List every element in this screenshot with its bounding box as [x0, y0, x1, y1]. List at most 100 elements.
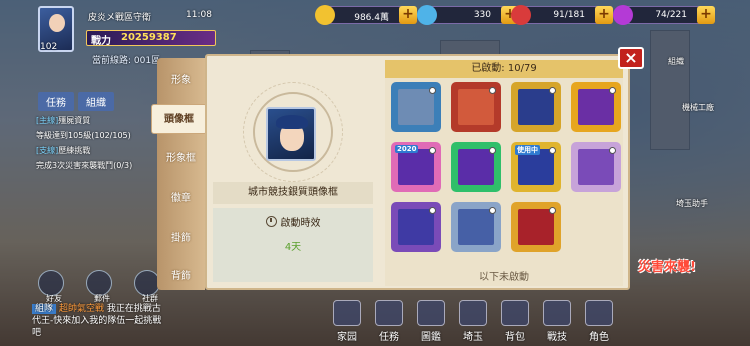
clock-time: 11:08	[186, 10, 212, 20]
quest-panel: 任務 組織 [主線]殭屍資質 等級達到105級(102/105) [支線]歷練挑…	[0, 92, 150, 184]
close-button[interactable]: ×	[618, 47, 644, 69]
effect-duration-label: 啟動時效	[213, 214, 373, 229]
nav-home[interactable]: 家园	[330, 300, 364, 343]
ticket-icon	[613, 5, 633, 25]
avatar-frame-item[interactable]	[453, 204, 499, 250]
resource-value: 91/181	[553, 10, 585, 20]
avatar-frame-item[interactable]	[453, 84, 499, 130]
workshop-label[interactable]: 機械工廠	[682, 102, 714, 113]
frame-check-icon	[429, 207, 436, 214]
nav-codex[interactable]: 圖鑑	[414, 300, 448, 343]
quest-tag: [支線]	[36, 146, 59, 155]
codex-icon	[417, 300, 445, 326]
disaster-event-button[interactable]: 災害來襲!	[638, 256, 696, 275]
mail-button[interactable]: 郵件	[86, 270, 112, 303]
bottom-nav: 家园 任務 圖鑑 埼玉 背包 戰技 角色	[330, 300, 616, 343]
resource-value: 986.4萬	[354, 13, 389, 23]
quest-text: 殭屍資質	[58, 116, 91, 125]
frame-check-icon	[609, 87, 616, 94]
frame-check-icon	[489, 207, 496, 214]
diamond-icon	[417, 5, 437, 25]
frame-thumbnail	[518, 89, 554, 125]
frame-check-icon	[489, 87, 496, 94]
tab-guild[interactable]: 組織	[78, 92, 114, 111]
frame-thumbnail	[458, 89, 494, 125]
frame-thumbnail	[458, 149, 494, 185]
quest-item[interactable]: [支線]歷練挑戰	[36, 145, 150, 156]
frame-check-icon	[429, 147, 436, 154]
nav-saitama[interactable]: 埼玉	[456, 300, 490, 343]
avatar-frame-item[interactable]	[513, 84, 559, 130]
nav-skills[interactable]: 戰技	[540, 300, 574, 343]
saitama-helper-label[interactable]: 埼玉助手	[676, 198, 708, 209]
avatar-frame-modal: 形象 頭像框 形象框 徽章 掛飾 背飾 城市競技銀質頭像框 啟動時效 4天 已啟…	[151, 47, 644, 292]
power-value: 20259387	[121, 32, 177, 43]
nav-character[interactable]: 角色	[582, 300, 616, 343]
nav-label: 家园	[337, 332, 357, 343]
avatar-frame-item[interactable]	[393, 84, 439, 130]
inactive-section-label: 以下未啟動	[479, 272, 529, 283]
tab-badge[interactable]: 徽章	[157, 184, 205, 214]
clock-icon	[265, 216, 277, 227]
skills-icon	[543, 300, 571, 326]
tab-pendant[interactable]: 掛飾	[157, 224, 205, 254]
saitama-icon	[459, 300, 487, 326]
frame-thumbnail	[518, 209, 554, 245]
frame-info-box: 啟動時效 4天	[213, 208, 373, 282]
left-icon-row: 好友 郵件 社群	[38, 270, 160, 303]
resource-gold: 986.4萬 +	[315, 5, 417, 25]
tab-quest[interactable]: 任務	[38, 92, 74, 111]
avatar-frame-item[interactable]	[573, 84, 619, 130]
nav-bag[interactable]: 背包	[498, 300, 532, 343]
nav-label: 埼玉	[463, 332, 483, 343]
chat-message[interactable]: 組隊 超帥氣空戰 我正在挑戰古代王-快來加入我的隊伍一起挑戰吧	[32, 303, 162, 339]
nav-label: 戰技	[547, 332, 567, 343]
frame-thumbnail	[458, 209, 494, 245]
add-gold-button[interactable]: +	[399, 6, 417, 24]
guild-label[interactable]: 組織	[668, 56, 684, 67]
frame-preview: 城市競技銀質頭像框 啟動時效 4天	[213, 62, 373, 284]
nav-label: 背包	[505, 332, 525, 343]
quest-progress: 完成3次災害來襲戰鬥(0/3)	[36, 161, 133, 170]
avatar-frame-item[interactable]	[393, 204, 439, 250]
preview-avatar	[266, 107, 316, 161]
add-stamina-button[interactable]: +	[595, 6, 613, 24]
frame-name: 城市競技銀質頭像框	[213, 182, 373, 204]
resource-value: 330	[473, 10, 491, 20]
avatar-frame-item[interactable]	[513, 204, 559, 250]
frame-thumbnail	[398, 89, 434, 125]
tab-appearance-frame[interactable]: 形象框	[157, 144, 205, 174]
avatar-frame-item[interactable]: 使用中	[513, 144, 559, 190]
frame-check-icon	[429, 87, 436, 94]
tab-appearance[interactable]: 形象	[157, 66, 205, 96]
frame-thumbnail	[398, 149, 434, 185]
modal-main-panel: 城市競技銀質頭像框 啟動時效 4天 已啟動: 10/79 2020 使用中 以下未…	[205, 54, 630, 290]
nav-quest[interactable]: 任務	[372, 300, 406, 343]
effect-duration-value: 4天	[284, 242, 302, 253]
chat-channel-tag: 組隊	[32, 304, 57, 314]
tab-avatar-frame[interactable]: 頭像框	[151, 104, 207, 134]
tab-back-ornament[interactable]: 背飾	[157, 262, 205, 292]
quest-item[interactable]: [主線]殭屍資質	[36, 115, 150, 126]
quest-tag: [主線]	[36, 116, 59, 125]
home-icon	[333, 300, 361, 326]
frame-check-icon	[609, 147, 616, 154]
nav-label: 任務	[379, 332, 399, 343]
activated-count: 已啟動: 10/79	[385, 60, 623, 78]
nav-label: 圖鑑	[421, 332, 441, 343]
frame-check-icon	[549, 207, 556, 214]
power-box: 戰力 20259387	[86, 30, 216, 47]
chat-sender: 超帥氣空戰	[59, 304, 105, 314]
add-ticket-button[interactable]: +	[697, 6, 715, 24]
bag-icon	[501, 300, 529, 326]
avatar-frame-item[interactable]: 2020	[393, 144, 439, 190]
friends-button[interactable]: 好友	[38, 270, 64, 303]
avatar-frame-item[interactable]	[573, 144, 619, 190]
resource-diamond: 330 +	[417, 5, 519, 25]
effect-label-text: 啟動時效	[280, 218, 321, 229]
avatar-frame-item[interactable]	[453, 144, 499, 190]
frame-thumbnail	[578, 89, 614, 125]
character-icon	[585, 300, 613, 326]
modal-side-tabs: 形象 頭像框 形象框 徽章 掛飾 背飾	[151, 58, 207, 292]
nav-label: 角色	[589, 332, 609, 343]
